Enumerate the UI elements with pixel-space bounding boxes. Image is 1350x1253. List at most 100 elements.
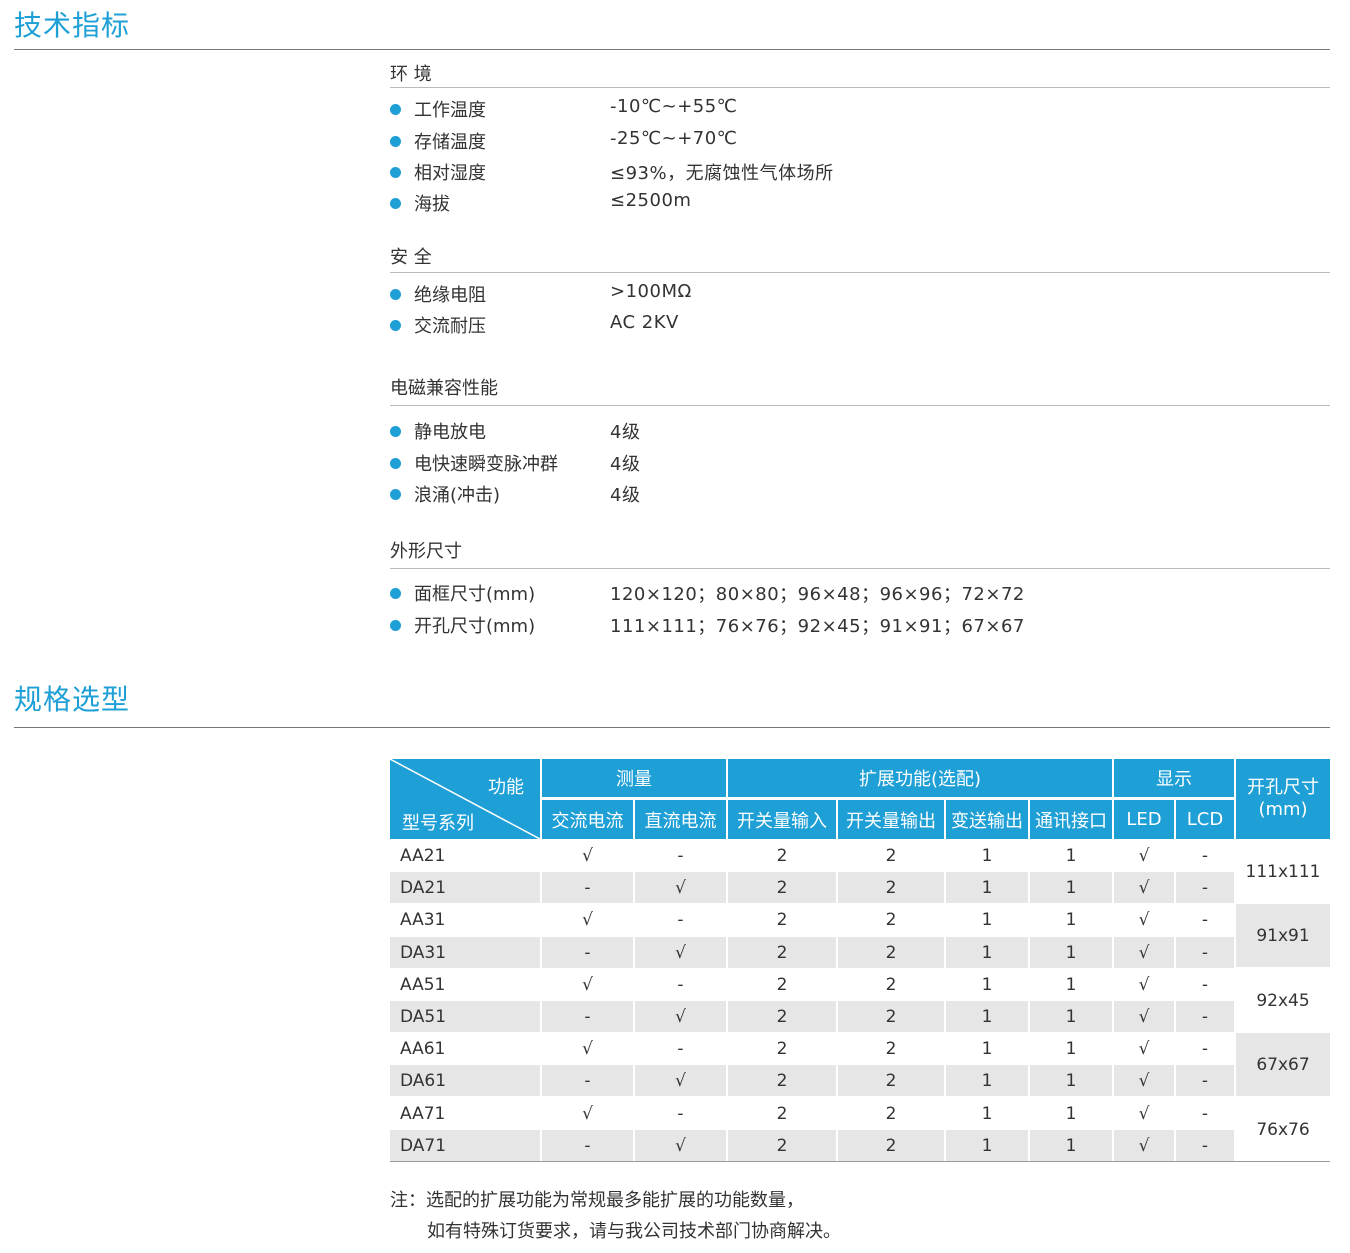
spec-item: 浪涌(冲击) 4级 bbox=[390, 481, 1330, 511]
table-cell: - bbox=[1176, 872, 1234, 903]
subheader-3: 开关量输出 bbox=[838, 800, 944, 839]
bullet-dot-icon bbox=[390, 588, 401, 599]
subheader-0: 交流电流 bbox=[542, 800, 633, 839]
table-cell: √ bbox=[1114, 872, 1174, 903]
table-cell: - bbox=[677, 1038, 684, 1059]
bullet-dot-icon bbox=[390, 104, 401, 115]
spec-label: 浪涌(冲击) bbox=[414, 485, 501, 506]
table-cell: - bbox=[1176, 1130, 1234, 1161]
group-divider bbox=[390, 568, 1330, 569]
table-cell: √ bbox=[635, 1130, 726, 1161]
section-divider bbox=[14, 49, 1330, 50]
table-cell: √ bbox=[582, 1038, 593, 1059]
group-divider bbox=[390, 272, 1330, 273]
table-row-model: DA21 bbox=[390, 872, 540, 903]
bullet-dot-icon bbox=[390, 489, 401, 500]
spec-item: 开孔尺寸(mm) 111×111；76×76；92×45；91×91；67×67 bbox=[390, 612, 1330, 642]
table-row-model: DA51 bbox=[390, 1001, 540, 1032]
spec-label: 工作温度 bbox=[414, 100, 486, 121]
table-cell: 1 bbox=[981, 974, 993, 995]
corner-label-model: 型号系列 bbox=[402, 813, 474, 834]
spec-label: 静电放电 bbox=[414, 422, 486, 443]
table-cell: √ bbox=[635, 1065, 726, 1096]
spec-label: 电快速瞬变脉冲群 bbox=[414, 454, 558, 475]
table-cell: - bbox=[1201, 909, 1209, 930]
table-cell: - bbox=[1176, 1065, 1234, 1096]
table-cell: 1 bbox=[946, 1130, 1028, 1161]
spec-value: 4级 bbox=[610, 454, 641, 475]
spec-item: 交流耐压 AC 2KV bbox=[390, 312, 1330, 342]
section-title-specs: 技术指标 bbox=[14, 9, 131, 42]
table-row-model: AA31 bbox=[400, 909, 446, 930]
cutout-size-cell: 111x111 bbox=[1245, 861, 1321, 882]
table-cell: √ bbox=[582, 909, 593, 930]
bullet-dot-icon bbox=[390, 320, 401, 331]
table-cell: 2 bbox=[776, 1038, 788, 1059]
table-bottom-rule bbox=[390, 1161, 1330, 1162]
spec-label: 面框尺寸(mm) bbox=[414, 584, 536, 605]
table-cell: 2 bbox=[728, 937, 836, 968]
spec-value: 111×111；76×76；92×45；91×91；67×67 bbox=[610, 616, 1025, 637]
table-cell: - bbox=[1176, 1001, 1234, 1032]
table-cell: - bbox=[1201, 845, 1209, 866]
table-cell: 2 bbox=[776, 909, 788, 930]
bullet-dot-icon bbox=[390, 426, 401, 437]
table-cell: 1 bbox=[1030, 937, 1112, 968]
table-row-model: AA21 bbox=[400, 845, 446, 866]
table-cell: 2 bbox=[838, 1130, 944, 1161]
table-row-model: AA61 bbox=[400, 1038, 446, 1059]
section-divider bbox=[14, 727, 1330, 728]
subheader-4: 变送输出 bbox=[946, 800, 1028, 839]
table-row-model: DA61 bbox=[390, 1065, 540, 1096]
table-cell: - bbox=[1201, 974, 1209, 995]
table-cell: √ bbox=[1114, 937, 1174, 968]
table-cell: 2 bbox=[776, 1103, 788, 1124]
table-cell: 1 bbox=[1065, 1038, 1077, 1059]
subheader-1: 直流电流 bbox=[635, 800, 726, 839]
table-cell: - bbox=[542, 1065, 633, 1096]
bullet-dot-icon bbox=[390, 198, 401, 209]
spec-item: 电快速瞬变脉冲群 4级 bbox=[390, 450, 1330, 480]
spec-item: 静电放电 4级 bbox=[390, 418, 1330, 448]
spec-value: 120×120；80×80；96×48；96×96；72×72 bbox=[610, 584, 1025, 605]
note-line-1: 注：选配的扩展功能为常规最多能扩展的功能数量， bbox=[390, 1190, 804, 1211]
table-cell: √ bbox=[1138, 1103, 1150, 1124]
table-cell: - bbox=[677, 1103, 684, 1124]
table-cell: 1 bbox=[1065, 845, 1077, 866]
bullet-dot-icon bbox=[390, 167, 401, 178]
table-cell: 1 bbox=[1065, 974, 1077, 995]
table-row-model: AA51 bbox=[400, 974, 446, 995]
spec-label: 开孔尺寸(mm) bbox=[414, 616, 536, 637]
section-title-selection: 规格选型 bbox=[14, 683, 131, 716]
table-cell: 1 bbox=[946, 937, 1028, 968]
table-corner-header: 功能 型号系列 bbox=[390, 759, 540, 839]
table-cell: 2 bbox=[776, 974, 788, 995]
table-cell: √ bbox=[1114, 1001, 1174, 1032]
spec-value: ≤2500m bbox=[610, 190, 692, 211]
bullet-dot-icon bbox=[390, 136, 401, 147]
table-cell: 2 bbox=[885, 909, 897, 930]
table-cell: 1 bbox=[946, 1065, 1028, 1096]
table-cell: √ bbox=[635, 872, 726, 903]
table-cell: 2 bbox=[838, 872, 944, 903]
table-cell: 1 bbox=[1030, 1065, 1112, 1096]
group-title: 外形尺寸 bbox=[390, 541, 462, 562]
cutout-size-cell: 76x76 bbox=[1256, 1119, 1310, 1140]
table-cell: √ bbox=[1114, 1130, 1174, 1161]
spec-value: -10℃~+55℃ bbox=[610, 96, 738, 117]
table-cell: 2 bbox=[885, 974, 897, 995]
table-cell: 2 bbox=[728, 1001, 836, 1032]
table-cell: - bbox=[1201, 1103, 1209, 1124]
table-cell: 2 bbox=[838, 1065, 944, 1096]
group-divider bbox=[390, 405, 1330, 406]
spec-value: -25℃~+70℃ bbox=[610, 128, 738, 149]
table-cell: 2 bbox=[776, 845, 788, 866]
spec-value: 4级 bbox=[610, 485, 641, 506]
table-row-model: AA71 bbox=[400, 1103, 446, 1124]
group-title: 环 境 bbox=[390, 64, 432, 85]
table-cell: 2 bbox=[838, 937, 944, 968]
table-row-model: DA71 bbox=[390, 1130, 540, 1161]
table-cell: √ bbox=[1138, 1038, 1150, 1059]
table-cell: 1 bbox=[1030, 1001, 1112, 1032]
spec-value: AC 2KV bbox=[610, 312, 679, 333]
